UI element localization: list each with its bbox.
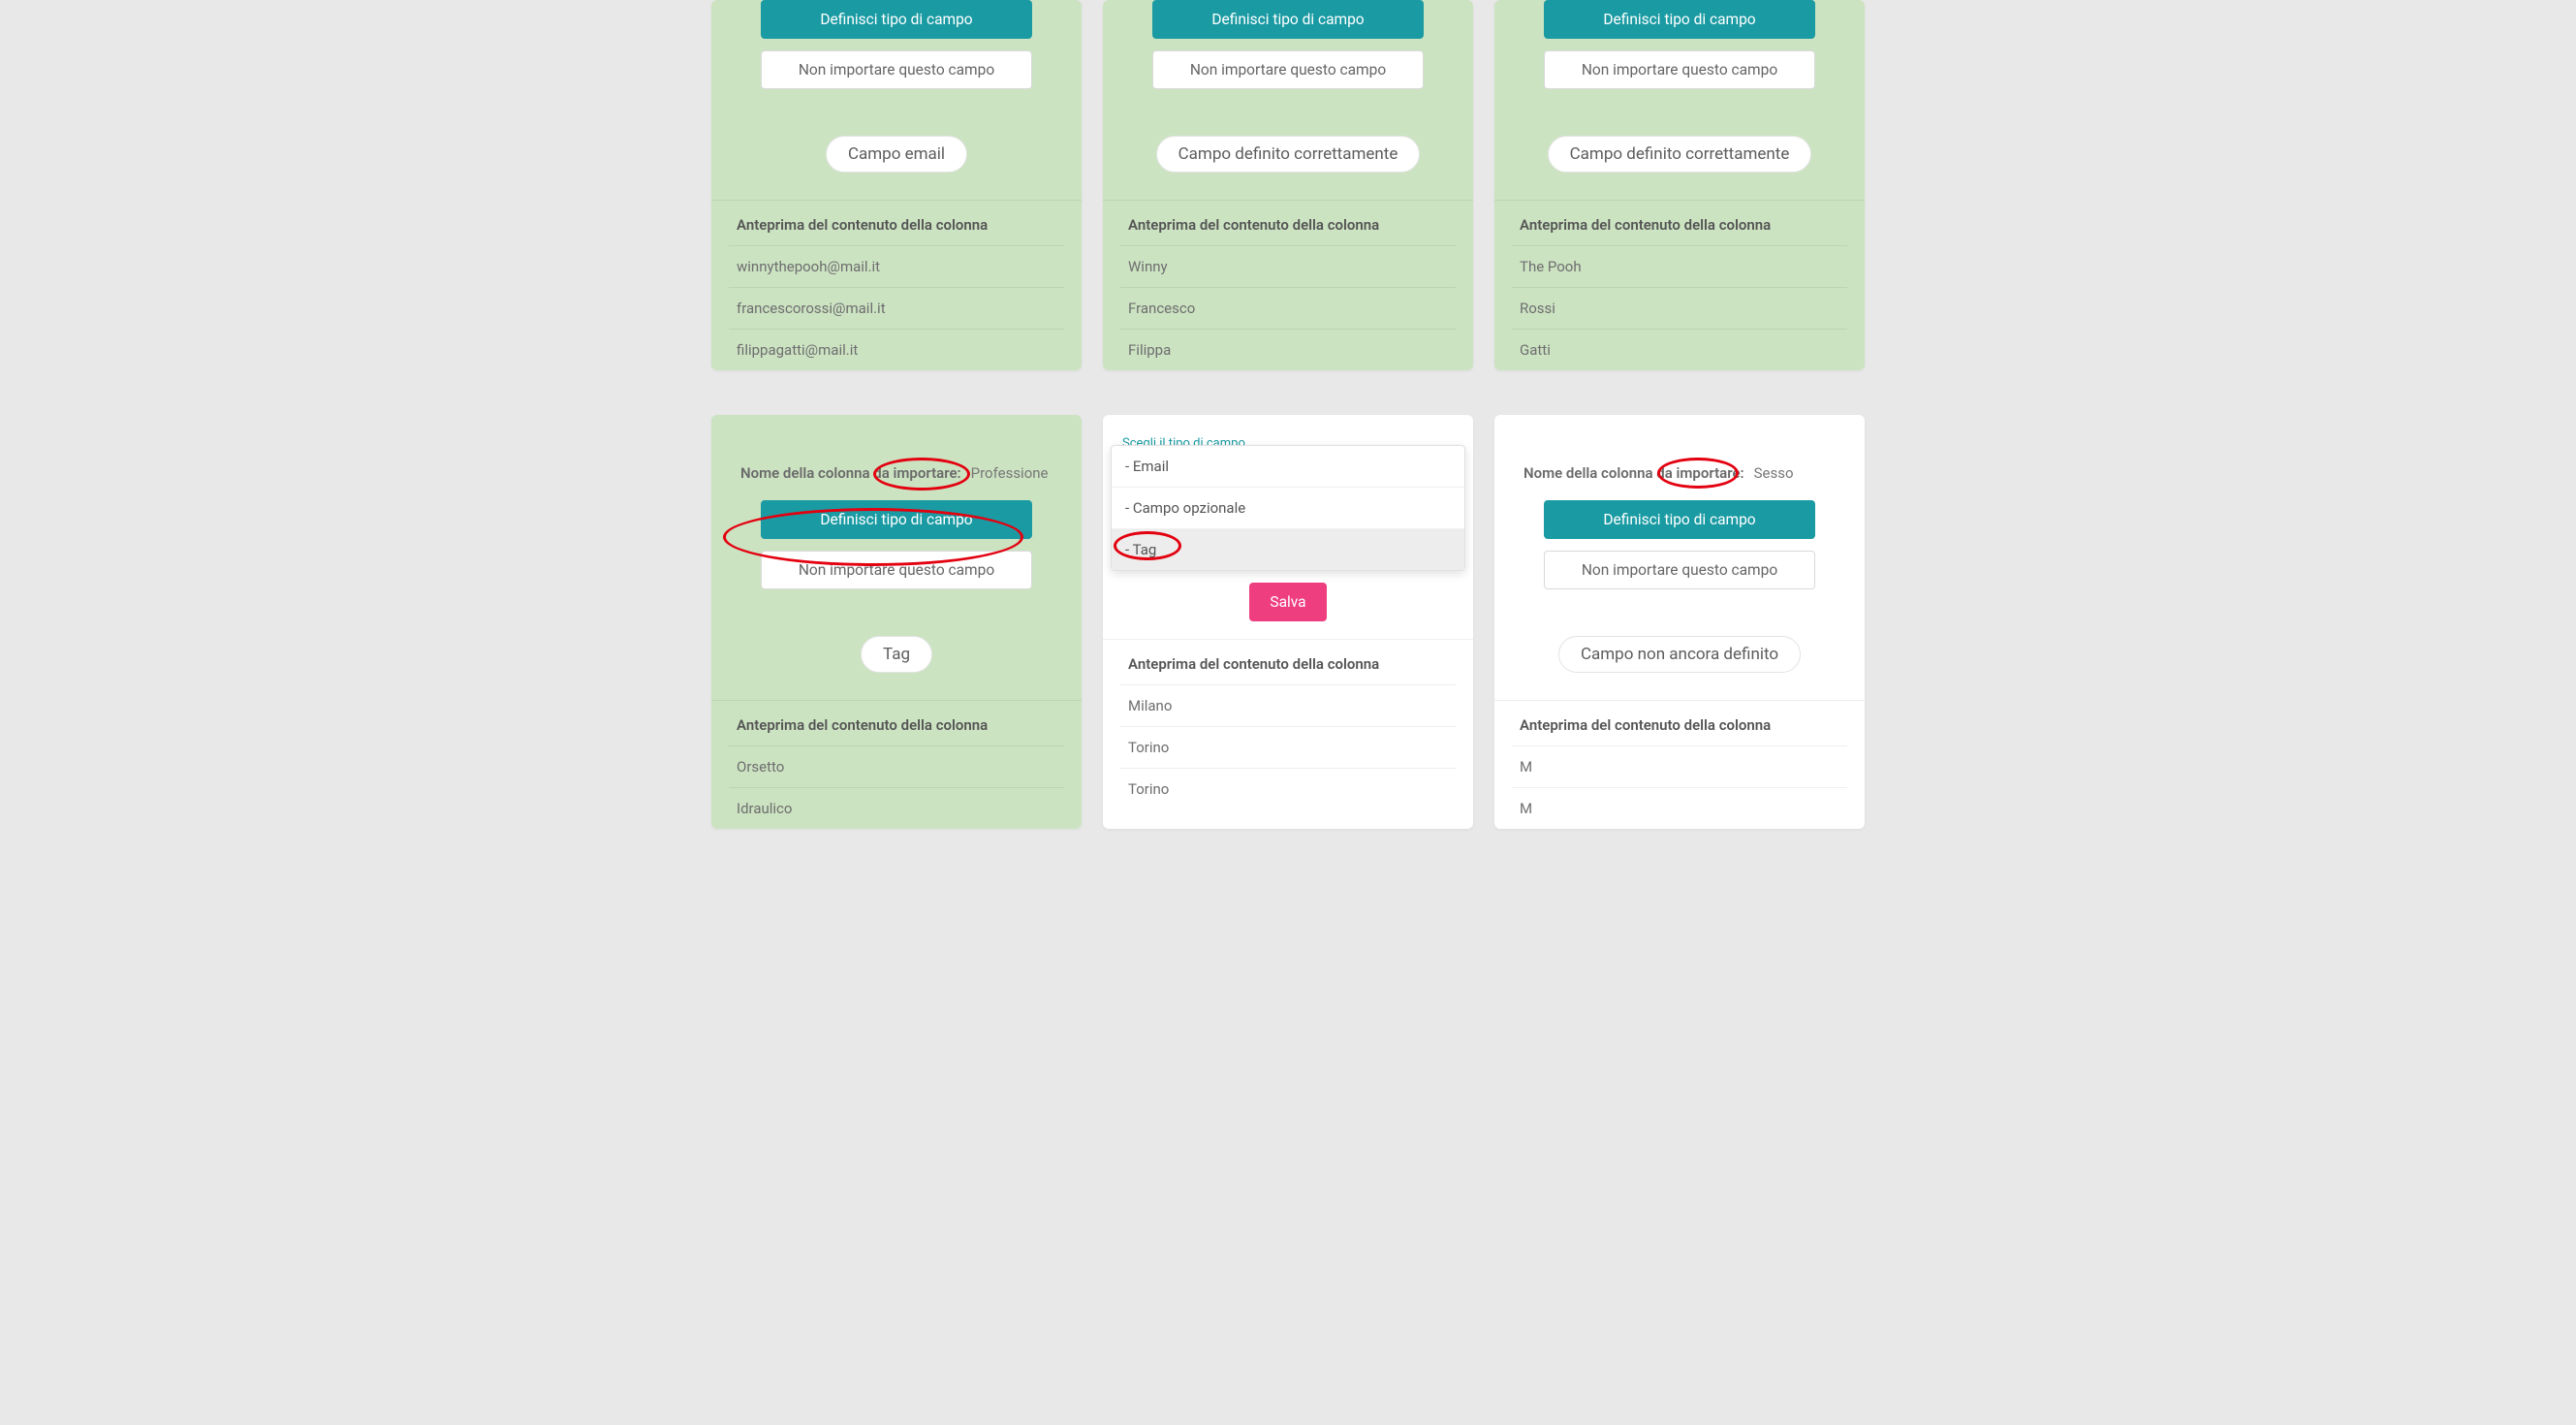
preview-item: Torino xyxy=(1120,727,1456,769)
preview-item: filippagatti@mail.it xyxy=(729,330,1064,370)
field-type-dropdown[interactable]: - Email - Campo opzionale - Tag xyxy=(1111,445,1465,571)
preview-block: Anteprima del contenuto della colonna Wi… xyxy=(1103,200,1473,370)
define-field-button[interactable]: Definisci tipo di campo xyxy=(1544,0,1815,39)
field-card-professione: Nome della colonna da importare: Profess… xyxy=(711,415,1082,829)
field-card-dropdown: Scegli il tipo di campo - Email - Campo … xyxy=(1103,415,1473,829)
dont-import-button[interactable]: Non importare questo campo xyxy=(1544,50,1815,89)
preview-header: Anteprima del contenuto della colonna xyxy=(1120,640,1456,685)
preview-block: Anteprima del contenuto della colonna M … xyxy=(1494,700,1865,829)
preview-header: Anteprima del contenuto della colonna xyxy=(1512,201,1847,246)
preview-item: M xyxy=(1512,788,1847,829)
preview-item: Gatti xyxy=(1512,330,1847,370)
field-status-badge: Campo non ancora definito xyxy=(1558,636,1801,673)
preview-item: Torino xyxy=(1120,769,1456,809)
preview-block: Anteprima del contenuto della colonna Mi… xyxy=(1103,639,1473,809)
preview-block: Anteprima del contenuto della colonna Or… xyxy=(711,700,1082,829)
field-card-firstname: Definisci tipo di campo Non importare qu… xyxy=(1103,0,1473,370)
field-card-lastname: Definisci tipo di campo Non importare qu… xyxy=(1494,0,1865,370)
define-field-button[interactable]: Definisci tipo di campo xyxy=(761,0,1032,39)
preview-header: Anteprima del contenuto della colonna xyxy=(1512,701,1847,746)
preview-item: M xyxy=(1512,746,1847,788)
field-card-email: Definisci tipo di campo Non importare qu… xyxy=(711,0,1082,370)
preview-item: Milano xyxy=(1120,685,1456,727)
preview-header: Anteprima del contenuto della colonna xyxy=(1120,201,1456,246)
dropdown-option-tag[interactable]: - Tag xyxy=(1112,528,1464,570)
field-status-badge: Campo definito correttamente xyxy=(1156,136,1421,173)
preview-item: francescorossi@mail.it xyxy=(729,288,1064,330)
column-name-value: Professione xyxy=(971,463,1049,483)
preview-item: Winny xyxy=(1120,246,1456,288)
preview-item: Francesco xyxy=(1120,288,1456,330)
preview-item: The Pooh xyxy=(1512,246,1847,288)
preview-item: Idraulico xyxy=(729,788,1064,829)
dont-import-button[interactable]: Non importare questo campo xyxy=(1152,50,1424,89)
column-label-row: Nome della colonna da importare: Profess… xyxy=(740,463,1052,483)
column-import-label: Nome della colonna da importare: xyxy=(740,463,961,483)
column-name-value: Sesso xyxy=(1754,463,1794,483)
preview-block: Anteprima del contenuto della colonna Th… xyxy=(1494,200,1865,370)
dont-import-button[interactable]: Non importare questo campo xyxy=(761,50,1032,89)
preview-item: winnythepooh@mail.it xyxy=(729,246,1064,288)
define-field-button[interactable]: Definisci tipo di campo xyxy=(1152,0,1424,39)
define-field-button[interactable]: Definisci tipo di campo xyxy=(1544,500,1815,539)
field-status-badge: Campo email xyxy=(826,136,967,173)
field-status-badge: Campo definito correttamente xyxy=(1548,136,1812,173)
field-card-sesso: Nome della colonna da importare: Sesso D… xyxy=(1494,415,1865,829)
preview-block: Anteprima del contenuto della colonna wi… xyxy=(711,200,1082,370)
save-button[interactable]: Salva xyxy=(1249,583,1326,621)
dropdown-option-email[interactable]: - Email xyxy=(1112,446,1464,487)
dropdown-option-campo-opzionale[interactable]: - Campo opzionale xyxy=(1112,487,1464,528)
field-status-badge: Tag xyxy=(861,636,932,673)
preview-item: Rossi xyxy=(1512,288,1847,330)
preview-header: Anteprima del contenuto della colonna xyxy=(729,201,1064,246)
preview-item: Filippa xyxy=(1120,330,1456,370)
dont-import-button[interactable]: Non importare questo campo xyxy=(761,551,1032,589)
preview-item: Orsetto xyxy=(729,746,1064,788)
dont-import-button[interactable]: Non importare questo campo xyxy=(1544,551,1815,589)
define-field-button[interactable]: Definisci tipo di campo xyxy=(761,500,1032,539)
column-label-row: Nome della colonna da importare: Sesso xyxy=(1524,463,1836,483)
preview-header: Anteprima del contenuto della colonna xyxy=(729,701,1064,746)
column-import-label: Nome della colonna da importare: xyxy=(1524,463,1744,483)
